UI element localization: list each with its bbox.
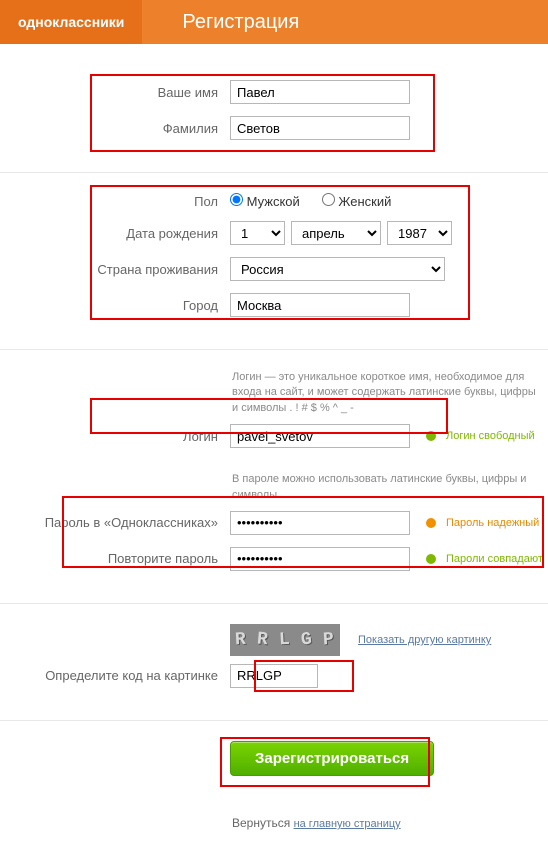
register-button[interactable]: Зарегистрироваться — [230, 741, 434, 776]
last-name-label: Фамилия — [0, 121, 230, 136]
captcha-input[interactable] — [230, 664, 318, 688]
password-label: Пароль в «Одноклассниках» — [0, 515, 230, 530]
dob-year-select[interactable]: 1987 — [387, 221, 452, 245]
dob-month-select[interactable]: апрель — [291, 221, 381, 245]
status-dot-icon — [426, 554, 436, 564]
login-input[interactable] — [230, 424, 410, 448]
password-match-status: Пароли совпадают — [446, 553, 543, 565]
login-status: Логин свободный — [446, 430, 535, 442]
password-input[interactable] — [230, 511, 410, 535]
password-repeat-label: Повторите пароль — [0, 551, 230, 566]
password-repeat-input[interactable] — [230, 547, 410, 571]
dob-label: Дата рождения — [0, 226, 230, 241]
captcha-image: RRLGP — [230, 624, 340, 656]
dob-day-select[interactable]: 1 — [230, 221, 285, 245]
header: одноклассники Регистрация — [0, 0, 548, 44]
status-dot-icon — [426, 518, 436, 528]
gender-female-radio[interactable]: Женский — [322, 193, 392, 209]
password-hint: В пароле можно использовать латинские бу… — [0, 472, 548, 503]
status-dot-icon — [426, 431, 436, 441]
brand-logo[interactable]: одноклассники — [0, 0, 142, 44]
city-input[interactable] — [230, 293, 410, 317]
page-title: Регистрация — [182, 11, 299, 34]
return-home-link[interactable]: на главную страницу — [294, 818, 401, 830]
first-name-label: Ваше имя — [0, 85, 230, 100]
captcha-label: Определите код на картинке — [0, 668, 230, 683]
last-name-input[interactable] — [230, 116, 410, 140]
country-select[interactable]: Россия — [230, 257, 445, 281]
first-name-input[interactable] — [230, 80, 410, 104]
country-label: Страна проживания — [0, 262, 230, 277]
login-hint: Логин — это уникальное короткое имя, нео… — [0, 370, 548, 416]
captcha-refresh-link[interactable]: Показать другую картинку — [358, 634, 491, 646]
gender-label: Пол — [0, 194, 230, 209]
password-strength-status: Пароль надежный — [446, 517, 539, 529]
return-text: Вернуться на главную страницу — [0, 816, 548, 830]
gender-male-radio[interactable]: Мужской — [230, 193, 300, 209]
login-label: Логин — [0, 429, 230, 444]
city-label: Город — [0, 298, 230, 313]
